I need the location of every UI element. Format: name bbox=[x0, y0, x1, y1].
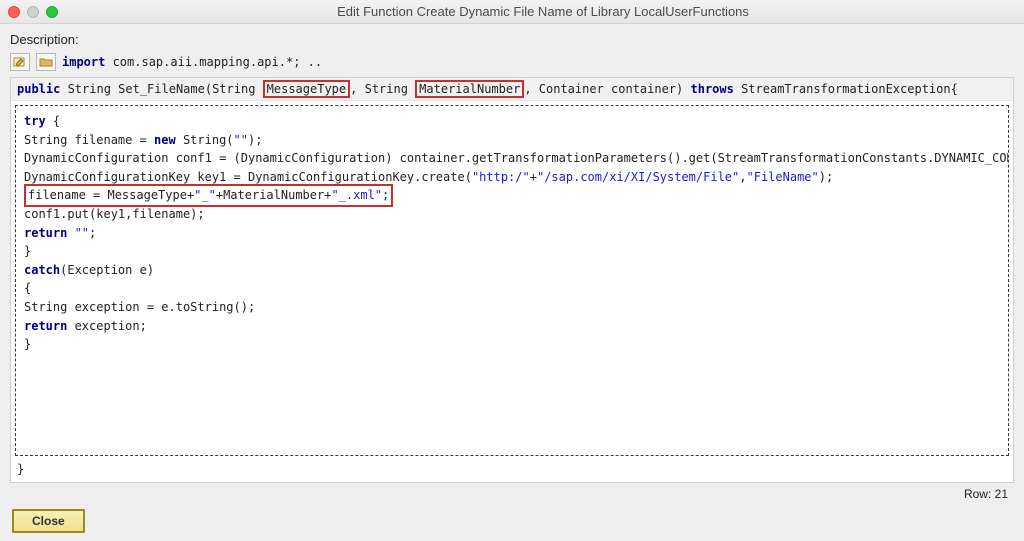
minimize-window-icon[interactable] bbox=[27, 6, 39, 18]
import-line: import com.sap.aii.mapping.api.*; .. bbox=[62, 55, 322, 69]
code-body[interactable]: try {String filename = new String("");Dy… bbox=[15, 105, 1009, 456]
close-button[interactable]: Close bbox=[12, 509, 85, 533]
footer: Close bbox=[6, 505, 1018, 541]
close-window-icon[interactable] bbox=[8, 6, 20, 18]
public-keyword: public bbox=[17, 82, 60, 96]
filename-assignment-highlight: filename = MessageType+"_"+MaterialNumbe… bbox=[24, 184, 393, 207]
description-label: Description: bbox=[6, 28, 1018, 51]
closing-brace: } bbox=[11, 460, 1013, 482]
function-signature: public String Set_FileName(String Messag… bbox=[11, 78, 1013, 101]
status-bar: Row: 21 bbox=[6, 485, 1018, 505]
window-title: Edit Function Create Dynamic File Name o… bbox=[70, 4, 1016, 19]
row-value: 21 bbox=[995, 487, 1008, 501]
throws-keyword: throws bbox=[691, 82, 734, 96]
folder-icon[interactable] bbox=[36, 53, 56, 71]
arg-messagetype: MessageType bbox=[263, 80, 350, 98]
zoom-window-icon[interactable] bbox=[46, 6, 58, 18]
window-root: Edit Function Create Dynamic File Name o… bbox=[0, 0, 1024, 541]
edit-icon[interactable] bbox=[10, 53, 30, 71]
window-controls bbox=[8, 6, 58, 18]
titlebar: Edit Function Create Dynamic File Name o… bbox=[0, 0, 1024, 24]
code-editor[interactable]: public String Set_FileName(String Messag… bbox=[10, 77, 1014, 483]
import-package: com.sap.aii.mapping.api.*; .. bbox=[105, 55, 322, 69]
arg-materialnumber: MaterialNumber bbox=[415, 80, 524, 98]
code-body-wrap: try {String filename = new String("");Dy… bbox=[11, 101, 1013, 460]
row-label: Row: bbox=[964, 487, 995, 501]
content-area: Description: import com.sap.aii.mapping.… bbox=[0, 24, 1024, 541]
import-toolbar: import com.sap.aii.mapping.api.*; .. bbox=[6, 51, 1018, 73]
import-keyword: import bbox=[62, 55, 105, 69]
